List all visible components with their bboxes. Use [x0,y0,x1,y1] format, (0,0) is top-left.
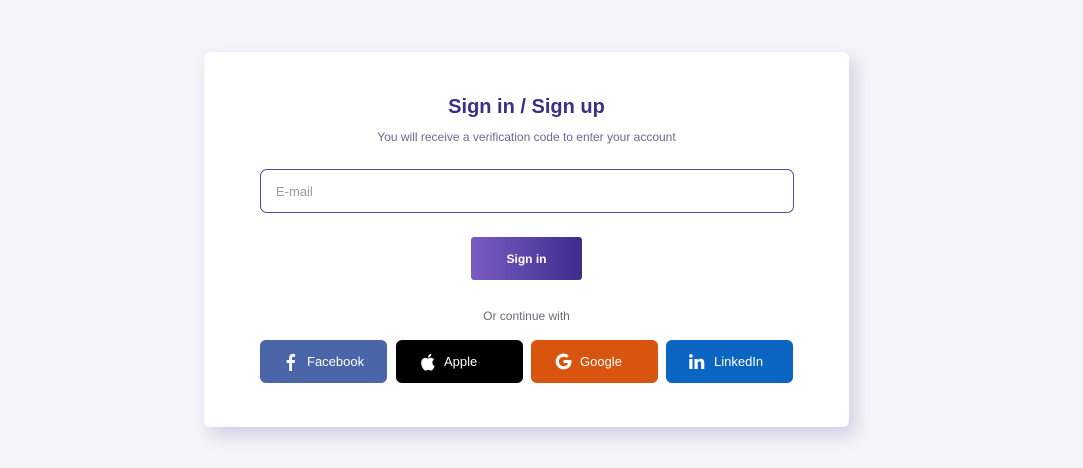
page-title: Sign in / Sign up [448,96,605,118]
continue-with-label: Or continue with [483,309,570,323]
email-field[interactable] [260,169,794,213]
linkedin-button[interactable]: LinkedIn [666,340,793,383]
sign-in-card: Sign in / Sign up You will receive a ver… [204,52,849,427]
linkedin-icon [688,353,706,371]
facebook-icon [281,353,299,371]
google-button-label: Google [580,354,622,369]
linkedin-button-label: LinkedIn [714,354,764,369]
page-subtitle: You will receive a verification code to … [377,130,676,144]
sign-in-button[interactable]: Sign in [471,237,582,280]
apple-button[interactable]: Apple [396,340,523,383]
apple-button-label: Apple [444,354,478,369]
google-icon [554,353,572,371]
google-button[interactable]: Google [531,340,658,383]
apple-icon [418,353,436,371]
facebook-button-label: Facebook [307,354,365,369]
facebook-button[interactable]: Facebook [260,340,387,383]
